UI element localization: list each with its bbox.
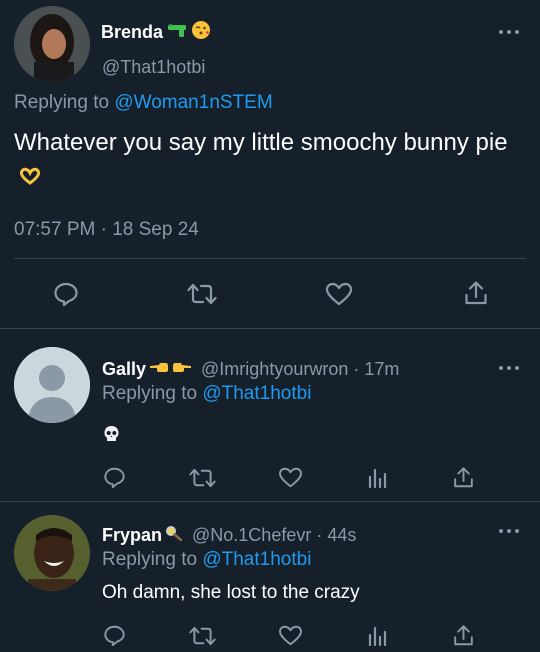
replying-prefix: Replying to — [102, 549, 198, 570]
avatar-frypan[interactable] — [14, 515, 90, 591]
replying-prefix: Replying to — [102, 383, 198, 404]
backhand-index-pointing-left-emoji — [149, 360, 169, 379]
replying-prefix: Replying to — [14, 92, 110, 113]
skull-emoji — [103, 425, 120, 448]
author-handle[interactable]: @No.1Chefevr — [192, 525, 311, 545]
replying-to-line: Replying to @That1hotbi — [102, 549, 311, 571]
like-icon[interactable] — [278, 467, 303, 488]
divider — [0, 328, 540, 329]
like-icon[interactable] — [325, 282, 353, 306]
avatar-brenda[interactable] — [14, 6, 90, 82]
tweet-time: 07:57 PM — [14, 219, 96, 240]
time-separator: · — [316, 524, 323, 545]
reply-text: Oh damn, she lost to the crazy — [102, 582, 360, 603]
share-icon[interactable] — [464, 280, 488, 306]
more-options-icon[interactable] — [499, 526, 521, 536]
retweet-icon[interactable] — [187, 283, 217, 305]
backhand-index-pointing-right-emoji — [172, 360, 192, 379]
share-icon[interactable] — [453, 624, 474, 647]
analytics-icon[interactable] — [367, 466, 387, 488]
time-separator: · — [353, 358, 360, 379]
heart-hands-emoji — [18, 162, 42, 196]
frying-pan-emoji — [165, 525, 183, 546]
replying-to-handle[interactable]: @That1hotbi — [202, 549, 311, 570]
reply-time: 17m — [364, 358, 400, 379]
more-options-icon[interactable] — [499, 363, 521, 373]
author-name[interactable]: Brenda — [101, 22, 163, 43]
replying-to-handle[interactable]: @Woman1nSTEM — [114, 92, 272, 113]
divider — [0, 501, 540, 502]
timestamp-separator: · — [100, 219, 107, 240]
like-icon[interactable] — [278, 625, 303, 646]
replying-to-line: Replying to @That1hotbi — [102, 383, 311, 405]
more-options-icon[interactable] — [499, 27, 521, 37]
replying-to-handle[interactable]: @That1hotbi — [202, 383, 311, 404]
author-name[interactable]: Frypan — [102, 525, 162, 546]
analytics-icon[interactable] — [367, 624, 387, 646]
share-icon[interactable] — [453, 466, 474, 489]
reply-icon[interactable] — [103, 467, 126, 488]
pistol-emoji — [166, 22, 188, 43]
tweet-text-content: Whatever you say my little smoochy bunny… — [14, 129, 508, 156]
face-blowing-kiss-emoji — [191, 20, 211, 45]
reply-icon[interactable] — [103, 625, 126, 646]
author-handle[interactable]: @That1hotbi — [102, 57, 205, 78]
retweet-icon[interactable] — [189, 468, 216, 488]
reply-time: 44s — [327, 524, 357, 545]
divider — [14, 258, 526, 259]
tweet-text: Whatever you say my little smoochy bunny… — [14, 126, 534, 196]
replying-to-line: Replying to @Woman1nSTEM — [14, 92, 273, 114]
author-name[interactable]: Gally — [102, 359, 146, 380]
avatar-gally[interactable] — [14, 347, 90, 423]
reply-icon[interactable] — [53, 282, 79, 306]
author-handle[interactable]: @Imrightyourwron — [201, 359, 348, 379]
retweet-icon[interactable] — [189, 626, 216, 646]
tweet-date: 18 Sep 24 — [112, 219, 199, 240]
timestamp-line: 07:57 PM · 18 Sep 24 — [14, 219, 199, 241]
